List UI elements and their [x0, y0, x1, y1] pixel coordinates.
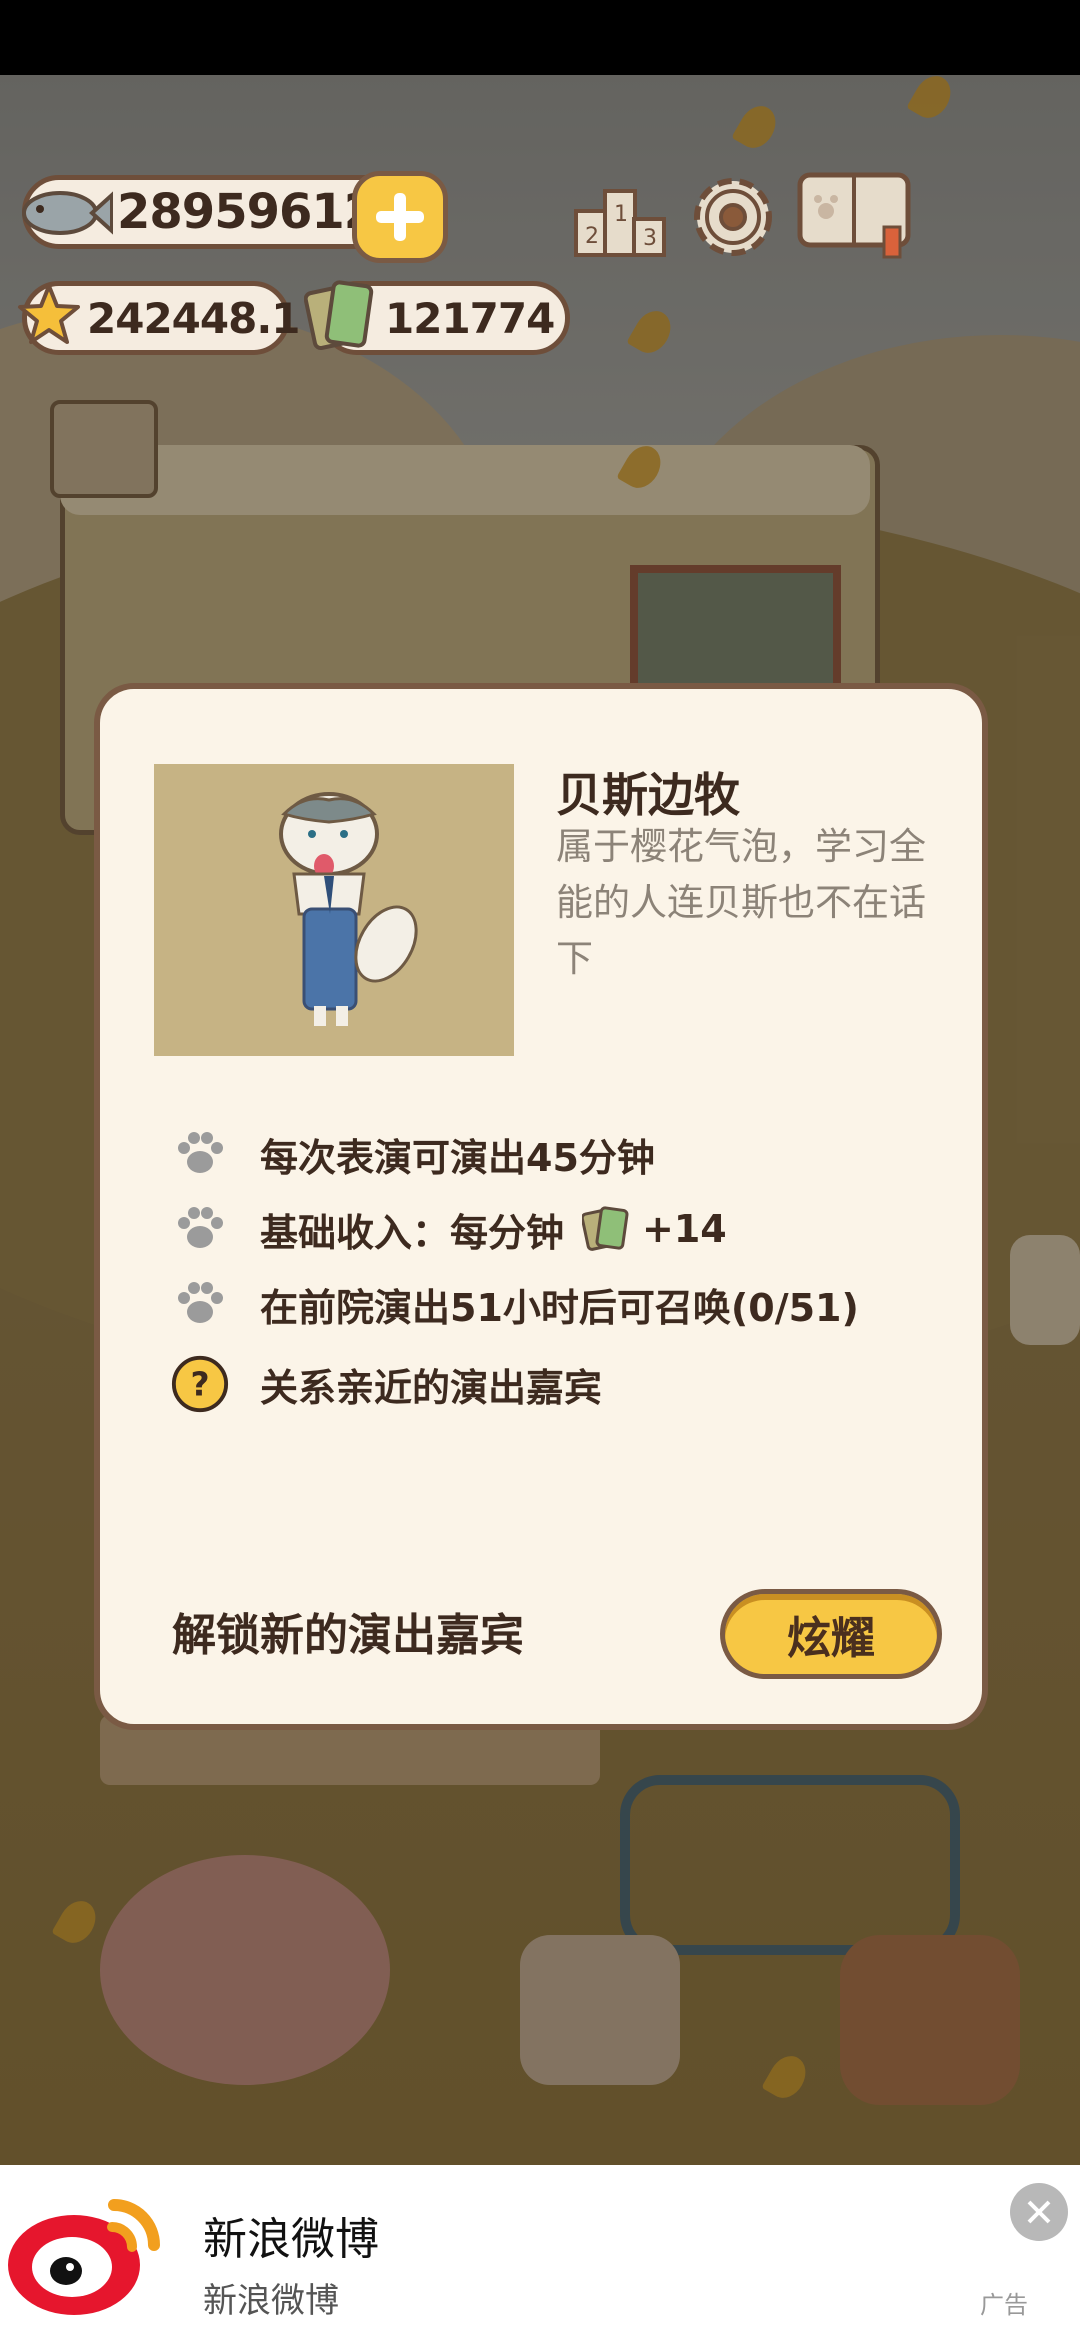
stat-row-income: 基础收入：每分钟 +14 — [170, 1199, 727, 1259]
ad-close-button[interactable] — [1010, 2183, 1068, 2241]
ticket-icon — [300, 273, 380, 359]
paw-icon — [170, 1274, 230, 1334]
ad-label: 广告 — [980, 2291, 1028, 2319]
ticket-icon — [582, 1204, 630, 1254]
stat-text: 在前院演出51小时后可召唤(0/51) — [260, 1285, 859, 1330]
ticket-count: 121774 — [385, 293, 555, 343]
stat-text: 基础收入：每分钟 — [260, 1210, 565, 1255]
stat-text: 关系亲近的演出嘉宾 — [260, 1365, 603, 1410]
book-icon — [797, 172, 911, 259]
ad-banner[interactable]: 新浪微博 新浪微博 广告 — [0, 2165, 1080, 2340]
gear-icon — [694, 178, 772, 256]
stat-row-summon: 在前院演出51小时后可召唤(0/51) — [170, 1274, 859, 1334]
question-icon[interactable]: ? — [170, 1354, 230, 1414]
settings-button[interactable] — [685, 169, 781, 259]
ad-subtitle: 新浪微博 — [203, 2281, 339, 2321]
status-bar — [0, 0, 1080, 75]
guest-name: 贝斯边牧 — [556, 768, 740, 822]
guest-info-dialog: 贝斯边牧 属于樱花气泡，学习全能的人连贝斯也不在话下 每次表演可演出45分钟 基… — [94, 683, 988, 1730]
income-value: +14 — [642, 1207, 727, 1251]
svg-text:1: 1 — [614, 202, 628, 227]
stat-row-duration: 每次表演可演出45分钟 — [170, 1124, 655, 1184]
star-count: 242448.1 — [87, 293, 301, 343]
plus-icon — [376, 193, 424, 241]
guest-portrait — [154, 764, 514, 1056]
guest-description: 属于樱花气泡，学习全能的人连贝斯也不在话下 — [556, 825, 926, 980]
catbook-button[interactable] — [796, 167, 914, 259]
unlock-text: 解锁新的演出嘉宾 — [172, 1610, 524, 1661]
svg-text:2: 2 — [585, 224, 599, 249]
weibo-logo-icon — [4, 2175, 174, 2325]
flaunt-button[interactable]: 炫耀 — [720, 1589, 942, 1679]
border-collie-bass-illustration — [279, 792, 418, 1026]
paw-icon — [170, 1199, 230, 1259]
add-fish-button[interactable] — [352, 171, 448, 263]
fish-icon — [18, 175, 113, 251]
svg-text:?: ? — [190, 1365, 209, 1404]
fish-count: 28959612 — [117, 184, 377, 240]
ad-title[interactable]: 新浪微博 — [203, 2203, 379, 2267]
ranking-button[interactable]: 2 1 3 — [572, 173, 668, 263]
star-icon — [14, 280, 84, 350]
stat-row-relation[interactable]: ? 关系亲近的演出嘉宾 — [170, 1354, 602, 1414]
paw-icon — [170, 1124, 230, 1184]
close-icon — [1027, 2200, 1051, 2224]
stat-text: 每次表演可演出45分钟 — [260, 1135, 655, 1180]
podium-icon: 2 1 3 — [574, 189, 666, 257]
svg-text:3: 3 — [643, 226, 657, 251]
